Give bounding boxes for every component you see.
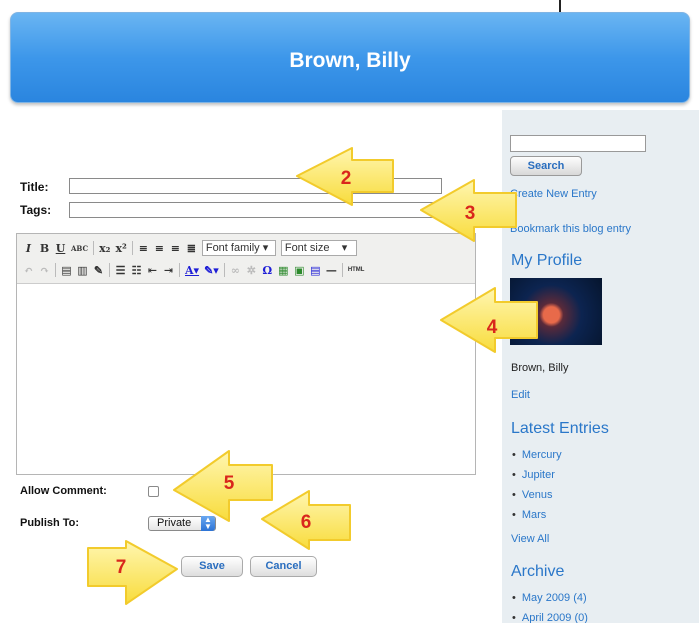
cancel-button[interactable]: Cancel [250, 556, 317, 577]
toolbar-divider [131, 241, 133, 255]
tags-input[interactable] [69, 202, 442, 218]
bullet-list-icon[interactable]: ☰ [115, 264, 126, 277]
profile-edit-link[interactable]: Edit [511, 389, 530, 401]
unlink-icon[interactable]: ✲ [246, 264, 257, 277]
entry-link[interactable]: Jupiter [512, 469, 562, 489]
latest-entries-heading: Latest Entries [511, 420, 609, 437]
toolbar-divider [223, 263, 225, 277]
search-button[interactable]: Search [510, 156, 582, 176]
archive-heading: Archive [511, 563, 565, 580]
allow-comment-checkbox[interactable] [148, 486, 159, 497]
font-size-select[interactable]: Font size ▾ [280, 240, 357, 256]
toolbar-divider [55, 263, 56, 277]
publish-to-label: Publish To: [20, 517, 80, 529]
create-entry-link[interactable]: Create New Entry [510, 188, 597, 200]
justify-icon[interactable]: ≣ [186, 242, 197, 255]
callout-7: 7 [87, 540, 178, 605]
paste-word-icon[interactable]: ▥ [77, 264, 88, 277]
callout-2: 2 [296, 147, 394, 206]
toolbar-row-1: I B U ABC x₂ x² ≡ ≡ ≡ ≣ Font family ▾ Fo… [23, 238, 357, 258]
toolbar-divider [93, 241, 95, 255]
page-title: Brown, Billy [289, 49, 411, 72]
callout-6: 6 [261, 490, 351, 550]
italic-icon[interactable]: I [23, 242, 34, 255]
entry-link[interactable]: Mercury [512, 449, 562, 469]
save-button[interactable]: Save [181, 556, 243, 577]
archive-link[interactable]: April 2009 (0) [512, 612, 588, 623]
outdent-icon[interactable]: ⇤ [147, 264, 158, 277]
paste-icon[interactable]: ▤ [61, 264, 72, 277]
bookmark-link[interactable]: Bookmark this blog entry [510, 223, 631, 235]
spellcheck-icon[interactable]: ABC [71, 244, 88, 253]
entry-link[interactable]: Venus [512, 489, 562, 509]
highlight-icon[interactable]: ✎▾ [204, 264, 219, 277]
numbered-list-icon[interactable]: ☷ [131, 264, 142, 277]
undo-icon[interactable]: ↶ [23, 264, 34, 277]
link-icon[interactable]: ∞ [230, 264, 241, 277]
underline-icon[interactable]: U [55, 242, 66, 255]
publish-to-value: Private [157, 517, 192, 529]
latest-entries-list: Mercury Jupiter Venus Mars [512, 449, 562, 529]
bold-icon[interactable]: B [39, 242, 50, 255]
toolbar-row-2: ↶ ↷ ▤ ▥ ✎ ☰ ☷ ⇤ ⇥ A▾ ✎▾ ∞ ✲ Ω ▦ ▣ ▤ — HT… [23, 260, 364, 280]
font-family-select[interactable]: Font family ▾ [201, 240, 276, 256]
title-input[interactable] [69, 178, 442, 194]
callout-3-label: 3 [465, 203, 476, 224]
align-right-icon[interactable]: ≡ [170, 242, 181, 255]
align-left-icon[interactable]: ≡ [138, 242, 149, 255]
callout-7-label: 7 [116, 557, 127, 578]
template-icon[interactable]: ▤ [310, 264, 321, 277]
view-all-link[interactable]: View All [511, 533, 549, 545]
page-header: Brown, Billy [10, 12, 690, 103]
title-label: Title: [20, 180, 49, 194]
indent-icon[interactable]: ⇥ [163, 264, 174, 277]
archive-link[interactable]: May 2009 (4) [512, 592, 588, 612]
profile-name: Brown, Billy [511, 362, 569, 374]
text-color-icon[interactable]: A▾ [185, 264, 199, 277]
archive-list: May 2009 (4) April 2009 (0) [512, 592, 588, 623]
horizontal-rule-icon[interactable]: — [326, 264, 337, 277]
toolbar-divider [179, 263, 180, 277]
allow-comment-label: Allow Comment: [20, 485, 107, 497]
editor-toolbar: I B U ABC x₂ x² ≡ ≡ ≡ ≣ Font family ▾ Fo… [17, 234, 475, 284]
toolbar-divider [341, 263, 343, 277]
search-input[interactable] [510, 135, 646, 152]
rich-text-editor[interactable]: I B U ABC x₂ x² ≡ ≡ ≡ ≣ Font family ▾ Fo… [16, 233, 476, 475]
subscript-icon[interactable]: x₂ [99, 242, 110, 255]
callout-6-label: 6 [301, 512, 312, 533]
redo-icon[interactable]: ↷ [39, 264, 50, 277]
select-arrows-icon: ▲ ▼ [201, 516, 215, 531]
profile-photo [510, 278, 602, 345]
publish-to-select[interactable]: Private ▲ ▼ [148, 516, 216, 531]
toolbar-divider [109, 263, 110, 277]
callout-4-label: 4 [487, 317, 498, 338]
superscript-icon[interactable]: x² [115, 242, 126, 255]
image-icon[interactable]: ▣ [294, 264, 305, 277]
top-line [559, 0, 561, 12]
callout-5-label: 5 [224, 473, 235, 494]
cleanup-icon[interactable]: ✎ [93, 264, 104, 277]
my-profile-heading: My Profile [511, 252, 583, 269]
html-source-button[interactable]: HTML [348, 267, 365, 273]
entry-link[interactable]: Mars [512, 509, 562, 529]
align-center-icon[interactable]: ≡ [154, 242, 165, 255]
tags-label: Tags: [20, 203, 52, 217]
media-icon[interactable]: ▦ [278, 264, 289, 277]
special-char-icon[interactable]: Ω [262, 264, 273, 277]
